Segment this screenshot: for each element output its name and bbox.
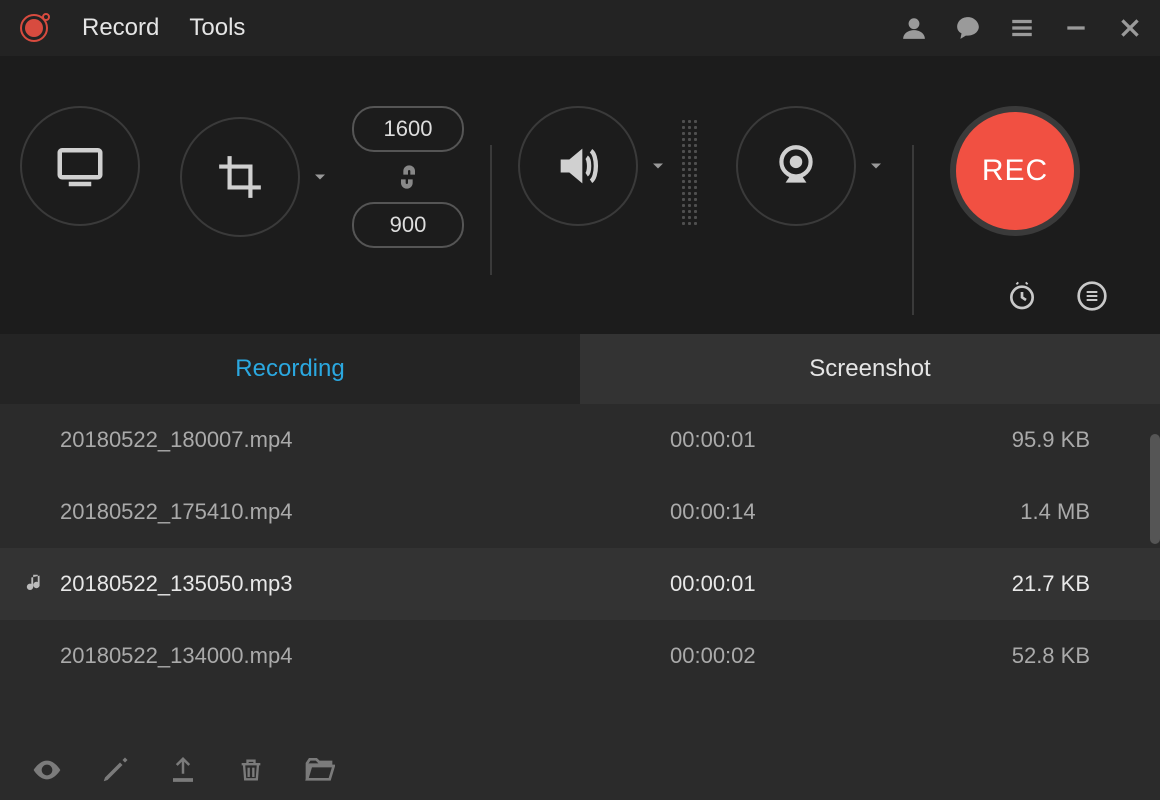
close-icon[interactable] bbox=[1116, 14, 1144, 42]
upload-icon[interactable] bbox=[166, 753, 200, 787]
file-size: 95.9 KB bbox=[970, 427, 1130, 453]
task-list-icon[interactable] bbox=[1074, 278, 1110, 314]
screen-mode-button[interactable] bbox=[20, 106, 140, 226]
file-list: 20180522_180007.mp400:00:0195.9 KB201805… bbox=[0, 404, 1160, 692]
file-row[interactable]: 20180522_134000.mp400:00:0252.8 KB bbox=[0, 620, 1160, 692]
audio-level-meter bbox=[682, 120, 700, 225]
file-duration: 00:00:02 bbox=[670, 643, 970, 669]
file-size: 21.7 KB bbox=[970, 571, 1130, 597]
app-logo bbox=[16, 8, 56, 48]
file-size: 52.8 KB bbox=[970, 643, 1130, 669]
file-size: 1.4 MB bbox=[970, 499, 1130, 525]
menu-tools[interactable]: Tools bbox=[189, 14, 245, 42]
file-row[interactable]: 20180522_180007.mp400:00:0195.9 KB bbox=[0, 404, 1160, 476]
file-duration: 00:00:01 bbox=[670, 571, 970, 597]
file-name: 20180522_135050.mp3 bbox=[60, 571, 670, 597]
tab-recording[interactable]: Recording bbox=[0, 334, 580, 404]
webcam-button[interactable] bbox=[736, 106, 856, 226]
file-name: 20180522_175410.mp4 bbox=[60, 499, 670, 525]
file-name: 20180522_134000.mp4 bbox=[60, 643, 670, 669]
aspect-lock-icon[interactable] bbox=[393, 162, 423, 192]
speaker-icon bbox=[552, 140, 604, 192]
minimize-icon[interactable] bbox=[1062, 14, 1090, 42]
record-button[interactable]: REC bbox=[950, 106, 1080, 236]
file-row[interactable]: 20180522_135050.mp300:00:0121.7 KB bbox=[0, 548, 1160, 620]
chat-icon[interactable] bbox=[954, 14, 982, 42]
monitor-icon bbox=[53, 139, 107, 193]
menu-record[interactable]: Record bbox=[82, 14, 159, 42]
region-dropdown-icon[interactable] bbox=[310, 167, 330, 187]
control-panel: 1600 900 bbox=[0, 56, 1160, 334]
tab-screenshot[interactable]: Screenshot bbox=[580, 334, 1160, 404]
tabs: Recording Screenshot bbox=[0, 334, 1160, 404]
hamburger-icon[interactable] bbox=[1008, 14, 1036, 42]
file-row[interactable]: 20180522_175410.mp400:00:141.4 MB bbox=[0, 476, 1160, 548]
audio-button[interactable] bbox=[518, 106, 638, 226]
schedule-icon[interactable] bbox=[1004, 278, 1040, 314]
edit-icon[interactable] bbox=[98, 753, 132, 787]
preview-icon[interactable] bbox=[30, 753, 64, 787]
height-field[interactable]: 900 bbox=[352, 202, 464, 248]
account-icon[interactable] bbox=[900, 14, 928, 42]
bottom-toolbar bbox=[0, 740, 1160, 800]
music-note-icon bbox=[24, 572, 48, 596]
region-button[interactable] bbox=[180, 117, 300, 237]
separator bbox=[490, 145, 492, 275]
open-folder-icon[interactable] bbox=[302, 753, 336, 787]
width-field[interactable]: 1600 bbox=[352, 106, 464, 152]
titlebar: Record Tools bbox=[0, 0, 1160, 56]
crop-icon bbox=[215, 152, 265, 202]
delete-icon[interactable] bbox=[234, 753, 268, 787]
webcam-dropdown-icon[interactable] bbox=[866, 156, 886, 176]
file-name: 20180522_180007.mp4 bbox=[60, 427, 670, 453]
separator bbox=[912, 145, 914, 315]
file-duration: 00:00:01 bbox=[670, 427, 970, 453]
audio-dropdown-icon[interactable] bbox=[648, 156, 668, 176]
file-duration: 00:00:14 bbox=[670, 499, 970, 525]
webcam-icon bbox=[771, 141, 821, 191]
